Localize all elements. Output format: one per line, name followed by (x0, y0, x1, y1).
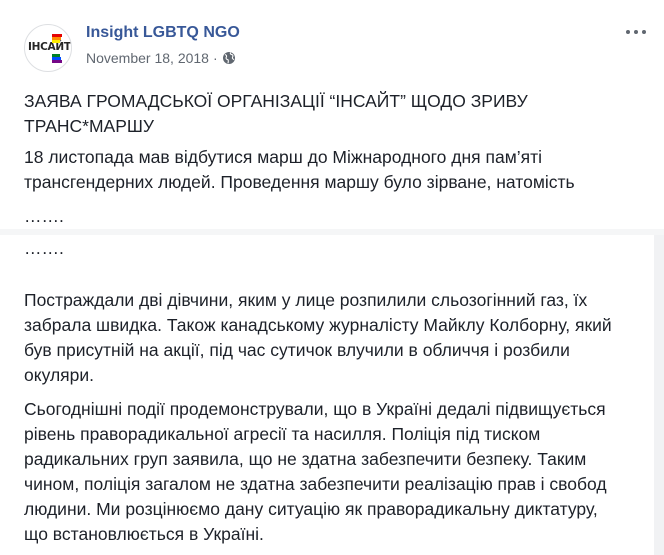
more-dot (634, 30, 638, 34)
avatar-logo-text: ІНСАЙТ (28, 41, 71, 53)
paragraph-line: трансгендерних людей. Проведення маршу б… (24, 172, 575, 192)
paragraph-line: 18 листопада мав відбутися марш до Міжна… (24, 147, 542, 167)
post-paragraph-3: Сьогоднішні події продемонстрували, що в… (24, 397, 634, 547)
paragraph-line: що встановлюється в Україні. (24, 524, 264, 544)
paragraph-line: чином, поліція загалом не здатна забезпе… (24, 474, 607, 494)
more-dot (626, 30, 630, 34)
post-title: ЗАЯВА ГРОМАДСЬКОЇ ОРГАНІЗАЦІЇ “ІНСАЙТ” Щ… (24, 89, 624, 139)
post-paragraph-2: Постраждали дві дівчини, яким у лице роз… (24, 288, 624, 388)
title-line: ЗАЯВА ГРОМАДСЬКОЇ ОРГАНІЗАЦІЇ “ІНСАЙТ” Щ… (24, 91, 528, 111)
facebook-post: ІНСАЙТ Insight LGBTQ NGO November 18, 20… (0, 0, 664, 555)
paragraph-line: забрала швидка. Також канадському журнал… (24, 315, 612, 335)
post-meta: November 18, 2018 · (86, 50, 236, 68)
screenshot-seam (0, 229, 664, 235)
page-edge (654, 235, 664, 555)
post-paragraph-1: 18 листопада мав відбутися марш до Міжна… (24, 145, 644, 195)
meta-separator: · (212, 50, 218, 66)
paragraph-line: був присутній на акції, під час сутичок … (24, 340, 570, 360)
ellipsis-line: ……. (24, 238, 64, 258)
more-options-icon[interactable] (622, 24, 650, 40)
post-date-link[interactable]: November 18, 2018 (86, 50, 209, 66)
paragraph-line: Сьогоднішні події продемонстрували, що в… (24, 399, 606, 419)
page-avatar[interactable]: ІНСАЙТ (24, 24, 72, 72)
paragraph-line: окуляри. (24, 365, 95, 385)
paragraph-line: радикальних груп заявила, що не здатна з… (24, 449, 587, 469)
logo-stripe (52, 60, 62, 63)
logo-stripe (52, 40, 60, 43)
title-line: ТРАНС*МАРШУ (24, 116, 155, 136)
paragraph-line: Постраждали дві дівчини, яким у лице роз… (24, 290, 588, 310)
paragraph-line: людини. Ми розцінюємо дану ситуацію як п… (24, 499, 598, 519)
page-name-link[interactable]: Insight LGBTQ NGO (86, 24, 240, 42)
paragraph-line: рівень праворадикальної агресії та насил… (24, 424, 541, 444)
globe-icon[interactable] (222, 51, 236, 68)
ellipsis-line: ……. (24, 206, 64, 226)
more-dot (642, 30, 646, 34)
